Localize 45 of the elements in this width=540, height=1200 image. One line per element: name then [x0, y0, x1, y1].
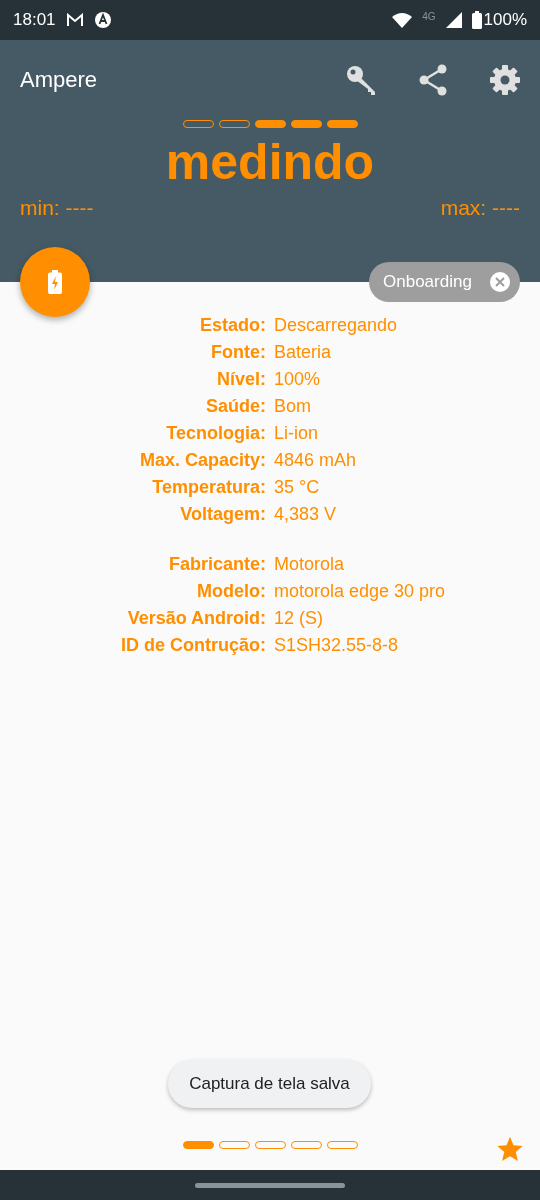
- info-value: S1SH32.55-8-8: [274, 634, 400, 657]
- info-label: Fabricante:: [167, 553, 266, 576]
- info-label: Max. Capacity:: [138, 449, 266, 472]
- info-value: 35 °C: [274, 476, 321, 499]
- battery-charging-icon: [48, 270, 62, 294]
- info-value: 4,383 V: [274, 503, 338, 526]
- measure-status: medindo: [164, 133, 376, 192]
- max-reading: max: ----: [440, 196, 520, 220]
- toast-message: Captura de tela salva: [168, 1060, 371, 1108]
- status-time: 18:01: [13, 10, 56, 30]
- info-label: Saúde:: [205, 395, 266, 418]
- page-indicator[interactable]: [182, 1141, 214, 1149]
- network-type: 4G: [422, 10, 436, 22]
- info-value: motorola edge 30 pro: [274, 580, 447, 603]
- info-label: Tecnologia:: [165, 422, 266, 445]
- info-value: Li-ion: [274, 422, 320, 445]
- info-label: Temperatura:: [151, 476, 266, 499]
- info-value: Motorola: [274, 553, 346, 576]
- settings-icon[interactable]: [488, 63, 522, 97]
- home-handle[interactable]: [195, 1182, 345, 1188]
- star-icon[interactable]: [496, 1135, 524, 1163]
- info-value: Descarregando: [274, 314, 399, 337]
- key-icon[interactable]: [344, 63, 378, 97]
- info-label: Versão Android:: [126, 607, 266, 630]
- info-value: 100%: [274, 368, 322, 391]
- min-reading: min: ----: [20, 196, 94, 220]
- info-value: 12 (S): [274, 607, 325, 630]
- app-title: Ampere: [20, 67, 99, 93]
- info-value: Bateria: [274, 341, 333, 364]
- close-icon[interactable]: [490, 272, 510, 292]
- a-badge-icon: [93, 11, 112, 29]
- info-label: Voltagem:: [179, 503, 266, 526]
- info-label: Modelo:: [196, 580, 266, 603]
- mail-icon: [65, 13, 84, 27]
- wifi-icon: [392, 12, 413, 28]
- info-label: ID de Contrução:: [120, 634, 266, 657]
- signal-icon: [445, 12, 462, 28]
- onboarding-chip[interactable]: Onboarding: [369, 262, 520, 302]
- info-value: 4846 mAh: [274, 449, 358, 472]
- battery-percent: 100%: [483, 10, 527, 30]
- info-label: Estado:: [199, 314, 266, 337]
- info-label: Fonte:: [210, 341, 266, 364]
- info-label: Nível:: [215, 368, 266, 391]
- battery-icon: [471, 11, 482, 29]
- info-value: Bom: [274, 395, 312, 418]
